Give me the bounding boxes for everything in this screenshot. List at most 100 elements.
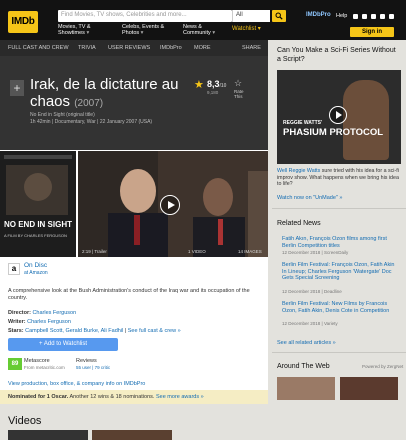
subnav-user-reviews[interactable]: USER REVIEWS: [108, 45, 150, 51]
nav-celebs[interactable]: Celebs, Events & Photos ▾: [122, 24, 174, 36]
rating-max: /10: [219, 83, 227, 89]
at-amazon-link[interactable]: at Amazon: [24, 270, 48, 276]
watchlist-link[interactable]: Watchlist ▾: [232, 25, 261, 32]
imdbpro-label: IMDbPro: [306, 12, 331, 18]
poster-credit: A FILM BY CHARLES FERGUSON: [4, 233, 67, 238]
poster-image[interactable]: NO END IN SIGHT A FILM BY CHARLES FERGUS…: [0, 151, 76, 257]
title-year[interactable]: (2007): [74, 98, 103, 109]
search-input[interactable]: Find Movies, TV shows, Celebrities and m…: [58, 10, 232, 22]
title-subnav: FULL CAST AND CREW TRIVIA USER REVIEWS I…: [0, 40, 268, 56]
promo-description: Well Reggie Watts sure tried with his id…: [277, 168, 401, 188]
video-thumbnail[interactable]: [92, 430, 172, 440]
see-more-awards-link[interactable]: See more awards »: [156, 394, 204, 400]
metascore-badge[interactable]: 89: [8, 358, 22, 370]
top-navigation-bar: IMDb Find Movies, TV shows, Celebrities …: [0, 0, 406, 40]
help-link[interactable]: Help: [336, 13, 347, 19]
play-icon[interactable]: [329, 106, 347, 124]
metascore-source: From metacritic.com: [24, 365, 65, 370]
main-column: FULL CAST AND CREW TRIVIA USER REVIEWS I…: [0, 40, 268, 440]
around-web-thumbnail[interactable]: [340, 377, 398, 400]
chevron-down-icon: ▾: [86, 30, 90, 36]
divider: [272, 208, 406, 209]
rating-value: 8,3/10: [207, 79, 226, 89]
videos-count-link[interactable]: 1 VIDEO: [188, 249, 206, 254]
add-to-watchlist-button[interactable]: + Add to Watchlist: [8, 338, 118, 351]
director-credit: Director: Charles Ferguson: [8, 310, 76, 316]
promo-heading[interactable]: Can You Make a Sci-Fi Series Without a S…: [277, 46, 401, 64]
stars-label: Stars:: [8, 328, 24, 334]
video-duration: 2:19 | Trailer: [82, 249, 107, 254]
title-header: + Irak, de la dictature au chaos (2007) …: [0, 56, 268, 150]
production-info-link[interactable]: View production, box office, & company i…: [8, 381, 145, 387]
stars-credit: Stars: Campbell Scott, Gerald Burke, Ali…: [8, 328, 181, 334]
see-all-articles-link[interactable]: See all related articles »: [277, 340, 336, 346]
images-count-link[interactable]: 14 IMAGES: [238, 249, 262, 254]
amazon-icon[interactable]: a: [8, 263, 20, 275]
reggie-watts-link[interactable]: Well Reggie Watts: [277, 168, 320, 174]
chevron-down-icon: ▾: [140, 30, 144, 36]
nav-news[interactable]: News & Community ▾: [183, 24, 227, 36]
other-awards: Another 12 wins & 18 nominations.: [69, 394, 155, 400]
rate-this-label[interactable]: Rate This: [234, 89, 246, 99]
play-icon[interactable]: [160, 195, 180, 215]
see-full-cast-link[interactable]: See full cast & crew »: [128, 328, 181, 334]
writer-credit: Writer: Charles Ferguson: [8, 319, 71, 325]
writer-link[interactable]: Charles Ferguson: [27, 319, 71, 325]
news-item-meta: 12 December 2018 | ScreenDaily: [282, 250, 349, 255]
news-item-title[interactable]: Berlin Film Festival: François Ozon, Fat…: [282, 262, 397, 282]
news-item-title[interactable]: Fatih Akın, François Ozon films among fi…: [282, 236, 397, 249]
subnav-share[interactable]: SHARE: [242, 45, 261, 51]
news-item-title[interactable]: Berlin Film Festival: New Films by Franc…: [282, 301, 397, 314]
around-web-thumbnail[interactable]: [277, 377, 335, 400]
trailer-video[interactable]: 2:19 | Trailer 1 VIDEO 14 IMAGES: [78, 151, 268, 257]
on-disc-link[interactable]: On Disc: [24, 262, 47, 269]
around-the-web-heading: Around The Web: [277, 363, 330, 370]
search-category-select[interactable]: All: [232, 10, 270, 22]
nav-news-label: News & Community: [183, 24, 211, 36]
metascore-label: Metascore: [24, 358, 50, 364]
title-name: Irak, de la dictature au chaos: [30, 76, 179, 110]
subnav-more[interactable]: MORE: [194, 45, 211, 51]
videos-heading: Videos: [8, 415, 42, 427]
page-title: Irak, de la dictature au chaos (2007): [30, 76, 200, 112]
instagram-icon[interactable]: [362, 14, 367, 19]
powered-by-zergnet[interactable]: Powered by ZergNet: [362, 364, 403, 369]
title-meta: 1h 42min | Documentary, War | 22 January…: [30, 119, 153, 125]
subnav-imdbpro[interactable]: IMDbPro: [160, 45, 182, 51]
youtube-icon[interactable]: [389, 14, 394, 19]
writer-label: Writer:: [8, 319, 26, 325]
news-item-meta: 12 December 2018 | Deadline: [282, 289, 342, 294]
news-item-meta: 12 December 2018 | Variety: [282, 321, 338, 326]
rate-star-icon[interactable]: ☆: [234, 78, 242, 89]
director-link[interactable]: Charles Ferguson: [32, 310, 76, 316]
poster-art: [0, 151, 76, 257]
nav-movies-tv[interactable]: Movies, TV & Showtimes ▾: [58, 24, 108, 36]
facebook-icon[interactable]: [353, 14, 358, 19]
video-thumbnail[interactable]: [8, 430, 88, 440]
promo-person-image: [343, 80, 389, 160]
rating-count[interactable]: 9,180: [207, 90, 218, 95]
twitter-icon[interactable]: [380, 14, 385, 19]
awards-banner: Nominated for 1 Oscar. Another 12 wins &…: [0, 390, 268, 404]
add-to-watchlist-ribbon-icon[interactable]: +: [10, 80, 24, 96]
sign-in-button[interactable]: Sign in: [350, 27, 394, 37]
subnav-trivia[interactable]: TRIVIA: [78, 45, 96, 51]
sidebar: Can You Make a Sci-Fi Series Without a S…: [272, 40, 406, 400]
twitch-icon[interactable]: [371, 14, 376, 19]
chevron-down-icon: ▾: [212, 30, 216, 36]
poster-title: NO END IN SIGHT: [4, 220, 73, 229]
watch-now-link[interactable]: Watch now on "UnMade" »: [277, 195, 342, 201]
subnav-full-cast[interactable]: FULL CAST AND CREW: [8, 45, 69, 51]
watchlist-label: Watchlist: [232, 26, 257, 32]
search-icon: [275, 12, 283, 20]
reviews-links[interactable]: 55 user | 79 critic: [76, 365, 110, 370]
imdb-logo[interactable]: IMDb: [8, 11, 38, 33]
reviews-label: Reviews: [76, 358, 97, 364]
director-label: Director:: [8, 310, 31, 316]
rating-number: 8,3: [207, 79, 220, 89]
promo-video[interactable]: REGGIE WATTS' PHASIUM PROTOCOL: [277, 70, 401, 164]
search-button[interactable]: [272, 10, 286, 22]
divider: [272, 352, 406, 353]
stars-links[interactable]: Campbell Scott, Gerald Burke, Ali Fadhil: [25, 328, 123, 334]
imdbpro-link[interactable]: IMDbPro: [306, 12, 331, 18]
